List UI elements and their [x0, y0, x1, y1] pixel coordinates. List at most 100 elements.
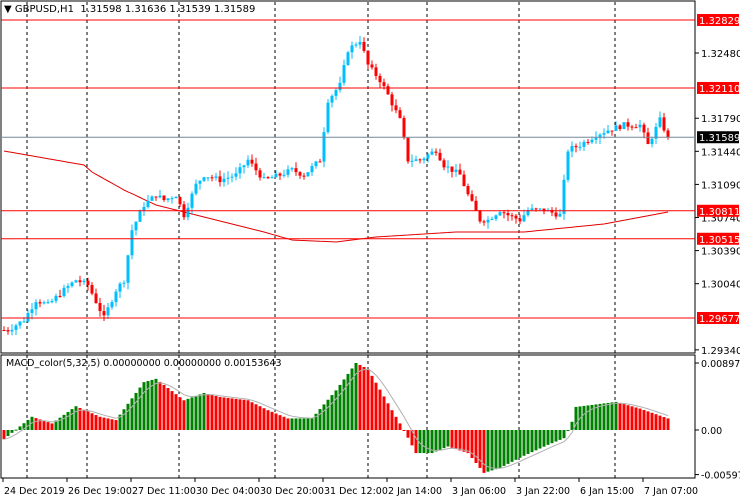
macd-histogram-bar — [306, 418, 310, 430]
candle-body — [358, 41, 362, 45]
candle-body — [574, 146, 578, 148]
candle — [74, 279, 78, 283]
macd-histogram-bar — [646, 411, 650, 430]
macd-histogram-bar — [490, 430, 494, 471]
macd-histogram-bar — [566, 430, 570, 431]
candle — [230, 173, 234, 183]
candle-body — [462, 174, 466, 187]
candle-body — [258, 170, 262, 178]
macd-histogram-bar — [98, 416, 102, 430]
candle-body — [382, 82, 386, 87]
candle — [494, 214, 498, 222]
candle-body — [286, 169, 290, 175]
candle — [30, 303, 34, 320]
macd-histogram-bar — [390, 410, 394, 430]
candle — [290, 166, 294, 172]
macd-histogram-bar — [270, 411, 274, 430]
candle — [194, 179, 198, 196]
macd-histogram-bar — [466, 430, 470, 454]
macd-indicator-label: MACD_color(5,32,5) 0.00000000 0.00000000… — [6, 358, 282, 369]
macd-histogram-bar — [126, 403, 130, 430]
macd-histogram-bar — [374, 382, 378, 430]
candle — [218, 170, 222, 187]
candle-body — [26, 312, 30, 322]
candle — [634, 123, 638, 129]
macd-histogram-bar — [246, 400, 250, 430]
candle-body — [154, 196, 158, 198]
macd-histogram-bar — [14, 429, 18, 431]
candle-body — [58, 295, 62, 297]
macd-histogram-bar — [42, 420, 46, 430]
candle — [178, 196, 182, 207]
macd-histogram-bar — [90, 413, 94, 430]
candle-body — [522, 215, 526, 222]
candle-body — [194, 183, 198, 194]
macd-histogram-bar — [526, 430, 530, 454]
candle-body — [50, 300, 54, 303]
macd-histogram-bar — [286, 418, 290, 430]
candle — [474, 196, 478, 211]
candle — [578, 141, 582, 151]
candle — [410, 154, 414, 167]
macd-histogram-bar — [598, 403, 602, 430]
price-tick-label: 1.30390 — [701, 247, 740, 258]
macd-histogram-bar — [534, 430, 538, 451]
candle — [158, 190, 162, 199]
macd-histogram-bar — [102, 417, 106, 430]
candle-body — [222, 178, 226, 183]
macd-histogram-bar — [242, 399, 246, 430]
candle — [162, 195, 166, 202]
macd-histogram-bar — [154, 378, 158, 430]
candle — [198, 180, 202, 190]
candle-body — [130, 230, 134, 256]
macd-histogram-bar — [542, 430, 546, 447]
candle — [98, 297, 102, 317]
candle — [666, 128, 670, 140]
candle-body — [650, 138, 654, 145]
candle-body — [74, 280, 78, 283]
macd-histogram-bar — [174, 394, 178, 430]
candle — [118, 281, 122, 298]
candle — [542, 208, 546, 215]
macd-histogram-bar — [226, 397, 230, 430]
time-tick-label: 2 Jan 14:00 — [388, 486, 442, 497]
candle-body — [366, 50, 370, 65]
macd-histogram-bar — [602, 403, 606, 430]
macd-histogram-bar — [426, 430, 430, 454]
candle-body — [434, 151, 438, 153]
candle — [226, 171, 230, 185]
macd-histogram-bar — [454, 430, 458, 450]
collapse-triangle-icon[interactable]: ▼ — [4, 4, 15, 15]
candle-body — [614, 125, 618, 131]
macd-histogram-bar — [82, 409, 86, 430]
candle — [658, 111, 662, 129]
candle — [146, 195, 150, 209]
candle-body — [558, 213, 562, 217]
candle — [26, 309, 30, 323]
price-tick-label: 1.31440 — [701, 147, 740, 158]
chart-window[interactable]: 1.32480 1.31790 1.31440 1.31090 1.30740 1.303… — [0, 0, 740, 500]
candle-body — [494, 215, 498, 219]
candle — [418, 158, 422, 164]
macd-histogram-bar — [258, 406, 262, 430]
candle — [522, 209, 526, 223]
macd-histogram-bar — [218, 396, 222, 430]
time-tick-label: 30 Dec 04:00 — [196, 486, 260, 497]
candle-body — [566, 151, 570, 180]
macd-histogram-bar — [74, 406, 78, 430]
candle-body — [610, 130, 614, 132]
macd-histogram-bar — [166, 388, 170, 430]
macd-histogram-bar — [2, 430, 6, 440]
macd-histogram-bar — [562, 430, 566, 439]
macd-histogram-bar — [642, 409, 646, 430]
candle — [618, 124, 622, 131]
level-price-label: 1.32829 — [699, 16, 740, 27]
macd-histogram-bar — [482, 430, 486, 473]
candle — [214, 172, 218, 181]
candle-body — [570, 146, 574, 152]
chart-canvas[interactable]: 1.324801.317901.314401.310901.307401.303… — [0, 0, 740, 500]
candle — [166, 197, 170, 203]
candle-body — [118, 283, 122, 292]
candle — [46, 299, 50, 304]
candle — [358, 35, 362, 49]
